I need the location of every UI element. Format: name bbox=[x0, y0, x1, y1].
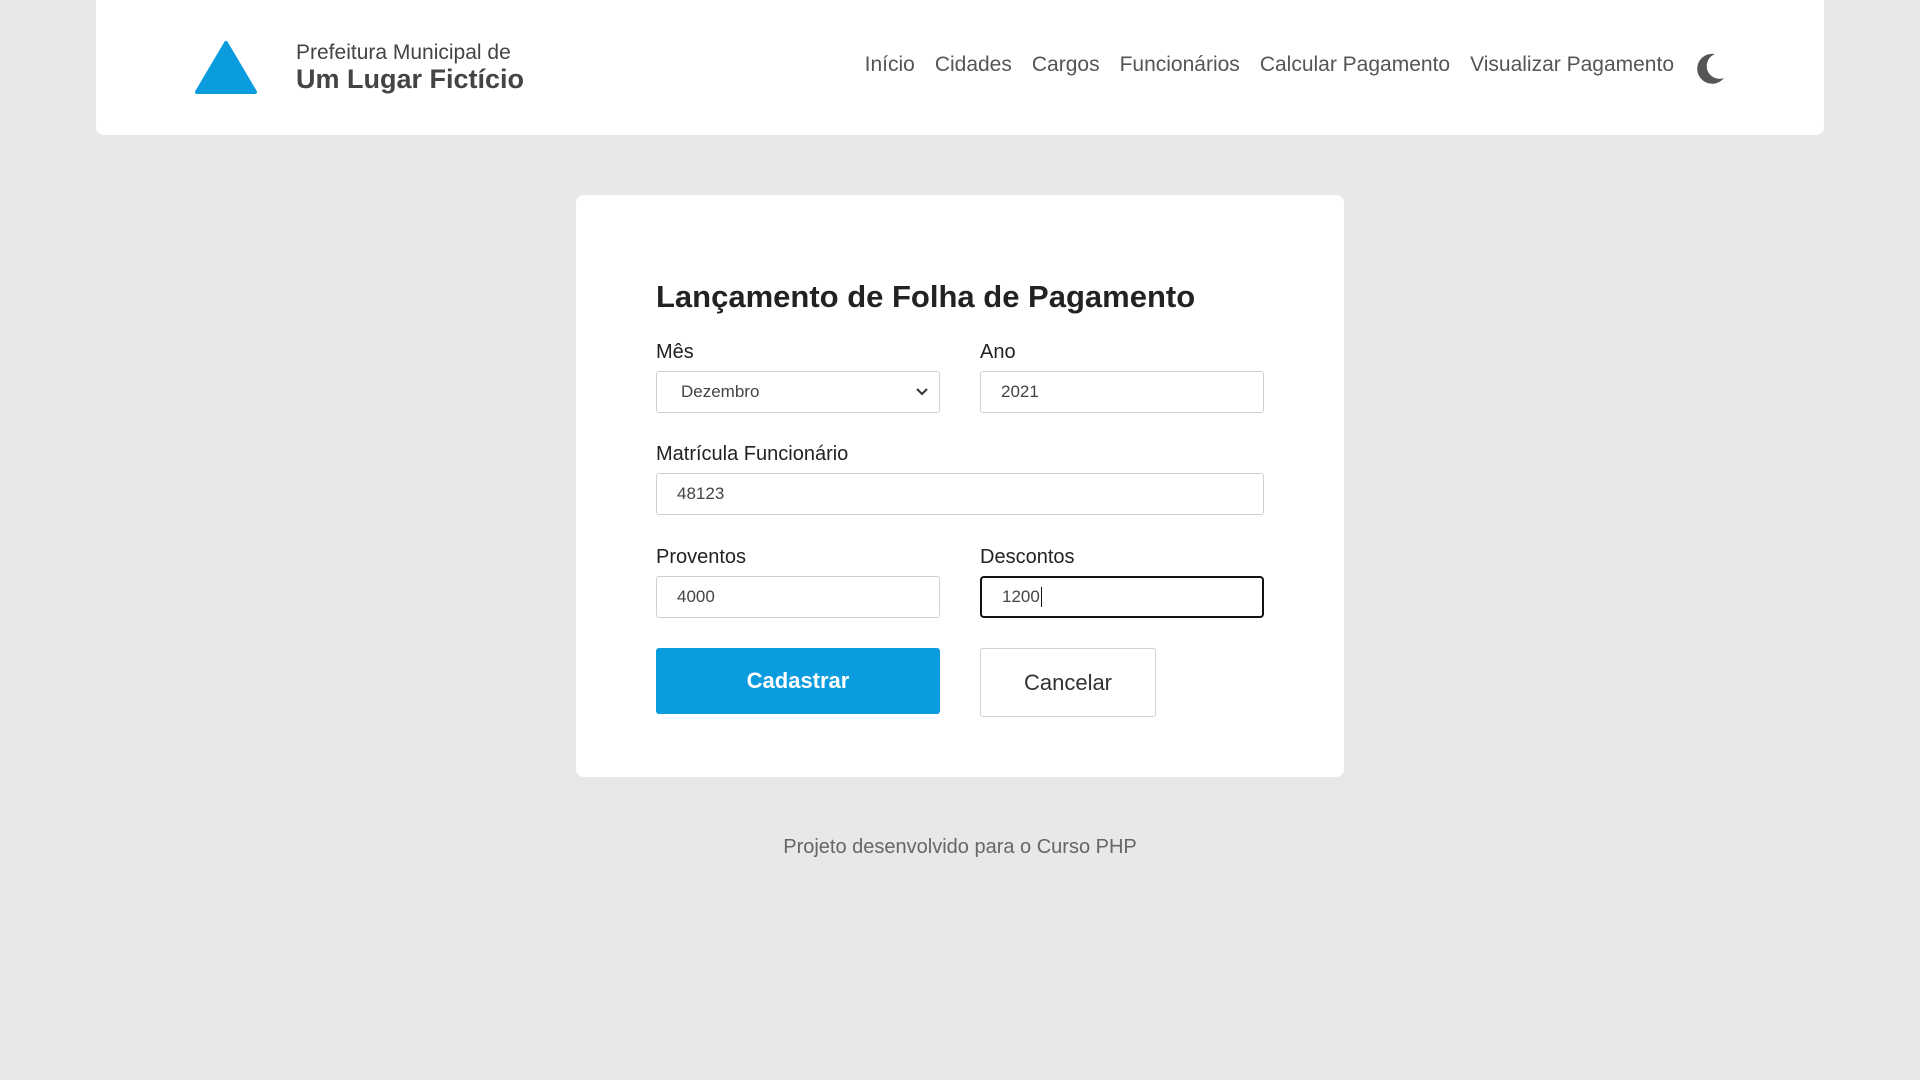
ano-input[interactable]: 2021 bbox=[980, 371, 1264, 413]
nav-item-visualizar-pagamento[interactable]: Visualizar Pagamento bbox=[1470, 53, 1674, 77]
mes-label: Mês bbox=[656, 341, 694, 363]
mes-select[interactable]: Dezembro bbox=[656, 371, 940, 413]
ano-label: Ano bbox=[980, 341, 1016, 363]
descontos-input[interactable]: 1200 bbox=[980, 576, 1264, 618]
logo-triangle-icon[interactable] bbox=[194, 40, 258, 96]
site-header: Prefeitura Municipal de Um Lugar Fictíci… bbox=[96, 0, 1824, 135]
cancelar-button[interactable]: Cancelar bbox=[980, 648, 1156, 717]
matricula-label: Matrícula Funcionário bbox=[656, 443, 849, 465]
brand-subtitle: Prefeitura Municipal de bbox=[296, 41, 511, 64]
brand-title[interactable]: Um Lugar Fictício bbox=[296, 64, 524, 95]
text-caret bbox=[1040, 587, 1042, 607]
ano-value: 2021 bbox=[1001, 382, 1039, 401]
moon-icon[interactable] bbox=[1693, 51, 1727, 85]
nav-item-inicio[interactable]: Início bbox=[865, 53, 915, 77]
mes-selected-value: Dezembro bbox=[681, 382, 760, 401]
descontos-value: 1200 bbox=[1002, 587, 1040, 606]
proventos-input[interactable]: 4000 bbox=[656, 576, 940, 618]
cadastrar-button[interactable]: Cadastrar bbox=[656, 648, 940, 714]
proventos-value: 4000 bbox=[677, 587, 715, 606]
proventos-label: Proventos bbox=[656, 546, 747, 568]
footer-text: Projeto desenvolvido para o Curso PHP bbox=[783, 836, 1137, 858]
nav-item-funcionarios[interactable]: Funcionários bbox=[1120, 53, 1240, 77]
descontos-label: Descontos bbox=[980, 546, 1075, 568]
nav-item-cargos[interactable]: Cargos bbox=[1032, 53, 1100, 77]
matricula-input[interactable]: 48123 bbox=[656, 473, 1264, 515]
chevron-down-icon bbox=[916, 388, 928, 396]
matricula-value: 48123 bbox=[677, 484, 725, 503]
main-nav: Início Cidades Cargos Funcionários Calcu… bbox=[865, 53, 1674, 77]
form-title: Lançamento de Folha de Pagamento bbox=[656, 279, 1196, 314]
nav-item-calcular-pagamento[interactable]: Calcular Pagamento bbox=[1260, 53, 1450, 77]
nav-item-cidades[interactable]: Cidades bbox=[935, 53, 1012, 77]
payroll-form-card: Lançamento de Folha de Pagamento Mês Dez… bbox=[576, 195, 1344, 777]
